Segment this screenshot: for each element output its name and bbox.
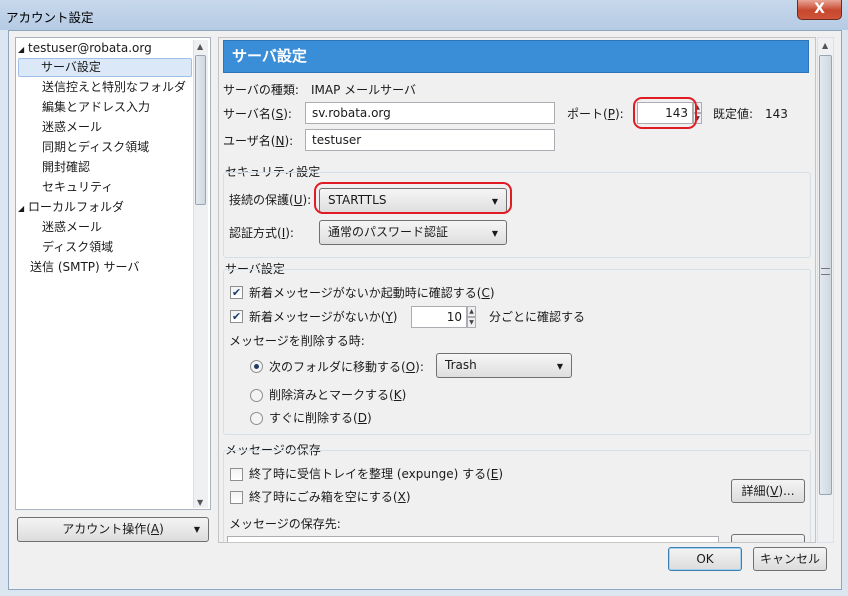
account-actions-button[interactable]: アカウント操作(A) ▼: [17, 517, 209, 542]
highlight-connection-security: [314, 182, 512, 214]
tree-item-sync-disk[interactable]: 同期とディスク領域: [42, 138, 149, 157]
settings-panel: サーバ設定 サーバの種類: IMAP メールサーバ サーバ名(S): sv.ro…: [218, 37, 816, 543]
tree-item-local-junk[interactable]: 迷惑メール: [42, 218, 102, 237]
account-actions-tail: ): [159, 522, 164, 536]
browse-button[interactable]: [731, 534, 805, 542]
auth-method-label: 認証方式(I):: [229, 226, 294, 240]
cancel-button[interactable]: キャンセル: [753, 547, 827, 571]
check-startup-label[interactable]: 新着メッセージがないか起動時に確認する(C): [249, 285, 495, 301]
chevron-down-icon: ▼: [491, 229, 498, 238]
connection-security-label: 接続の保護(U):: [229, 193, 312, 207]
tree-item-composition[interactable]: 編集とアドレス入力: [42, 98, 150, 117]
interval-up-icon[interactable]: ▲: [467, 306, 476, 317]
tree-item-copies-folders[interactable]: 送信控えと特別なフォルダ: [42, 78, 186, 97]
tree-item-security[interactable]: セキュリティ: [42, 178, 113, 197]
username-input[interactable]: testuser: [305, 129, 555, 151]
window-title: アカウント設定: [6, 10, 94, 25]
check-interval-checkbox[interactable]: ✔: [230, 310, 243, 323]
delete-now-radio[interactable]: [250, 412, 263, 425]
tree-item-label: testuser@robata.org: [27, 41, 152, 55]
advanced-button[interactable]: 詳細(V)...: [731, 479, 805, 503]
account-actions-label: アカウント操作(: [62, 522, 151, 536]
auth-method-select[interactable]: 通常のパスワード認証 ▼: [319, 220, 507, 245]
close-button[interactable]: X: [797, 0, 842, 20]
delete-behavior-title: メッセージを削除する時:: [229, 334, 365, 348]
move-to-folder-radio[interactable]: [250, 360, 263, 373]
page-title: サーバ設定: [223, 40, 809, 73]
check-interval-input[interactable]: 10: [411, 306, 467, 328]
check-startup-checkbox[interactable]: ✔: [230, 286, 243, 299]
tree-item-account[interactable]: ◢ testuser@robata.org: [18, 39, 152, 58]
tree-item-label: 編集とアドレス入力: [42, 100, 151, 114]
tree-item-server-settings[interactable]: サーバ設定: [18, 58, 192, 77]
tree-item-label: 送信 (SMTP) サーバ: [30, 260, 140, 274]
check-interval-label[interactable]: 新着メッセージがないか(Y): [249, 309, 397, 325]
security-group: [223, 172, 811, 258]
scroll-down-icon[interactable]: ▼: [197, 498, 203, 507]
delete-now-label[interactable]: すぐに削除する(D): [269, 410, 372, 426]
panel-scrollbar-thumb[interactable]: [819, 55, 832, 495]
expand-icon[interactable]: ◢: [18, 45, 24, 54]
server-type-label: サーバの種類:: [223, 83, 299, 97]
expand-icon[interactable]: ◢: [18, 204, 24, 213]
empty-trash-label[interactable]: 終了時にごみ箱を空にする(X): [249, 489, 411, 505]
server-name-label: サーバ名(S):: [223, 107, 292, 121]
tree-item-label: ローカルフォルダ: [27, 200, 124, 214]
tree-item-label: ディスク領域: [42, 240, 114, 254]
tree-item-label: 迷惑メール: [42, 220, 103, 234]
ok-button[interactable]: OK: [668, 547, 742, 571]
mark-deleted-label[interactable]: 削除済みとマークする(K): [269, 387, 406, 403]
tree-item-label: サーバ設定: [41, 60, 101, 74]
expunge-checkbox[interactable]: [230, 468, 243, 481]
empty-trash-checkbox[interactable]: [230, 491, 243, 504]
tree-item-label: 迷惑メール: [42, 120, 103, 134]
tree-item-smtp[interactable]: 送信 (SMTP) サーバ: [30, 258, 139, 277]
tree-scrollbar-thumb[interactable]: [195, 55, 206, 205]
account-actions-key: A: [150, 522, 160, 536]
storage-location-label: メッセージの保存先:: [229, 517, 341, 531]
tree-item-receipts[interactable]: 開封確認: [42, 158, 90, 177]
scroll-up-icon[interactable]: ▲: [197, 42, 203, 51]
port-default-label: 既定値:: [713, 107, 754, 121]
move-to-folder-label[interactable]: 次のフォルダに移動する(O):: [269, 359, 424, 375]
username-label: ユーザ名(N):: [223, 134, 294, 148]
expunge-label[interactable]: 終了時に受信トレイを整理 (expunge) する(E): [249, 466, 503, 482]
highlight-port: [633, 97, 697, 129]
scroll-up-icon[interactable]: ▲: [822, 41, 828, 50]
tree-item-label: 送信控えと特別なフォルダ: [42, 80, 187, 94]
port-default-value: 143: [765, 107, 788, 121]
mark-deleted-radio[interactable]: [250, 389, 263, 402]
server-type-value: IMAP メールサーバ: [311, 83, 417, 97]
scrollbar-grip-icon: [821, 268, 830, 275]
title-bar: アカウント設定 X: [0, 0, 848, 30]
tree-item-label: 同期とディスク領域: [42, 140, 150, 154]
check-interval-suffix: 分ごとに確認する: [489, 310, 586, 324]
server-name-input[interactable]: sv.robata.org: [305, 102, 555, 124]
trash-folder-select[interactable]: Trash ▼: [436, 353, 572, 378]
chevron-down-icon: ▼: [556, 362, 563, 371]
tree-item-junk[interactable]: 迷惑メール: [42, 118, 102, 137]
storage-location-input[interactable]: [227, 536, 719, 542]
tree-item-label: 開封確認: [42, 160, 91, 174]
interval-down-icon[interactable]: ▼: [467, 317, 476, 328]
chevron-down-icon: ▼: [193, 525, 200, 534]
tree-item-label: セキュリティ: [42, 180, 114, 194]
tree-item-local-disk[interactable]: ディスク領域: [42, 238, 113, 257]
port-label: ポート(P):: [567, 107, 624, 121]
tree-item-local-folders[interactable]: ◢ ローカルフォルダ: [18, 198, 124, 217]
close-icon: X: [814, 1, 825, 17]
